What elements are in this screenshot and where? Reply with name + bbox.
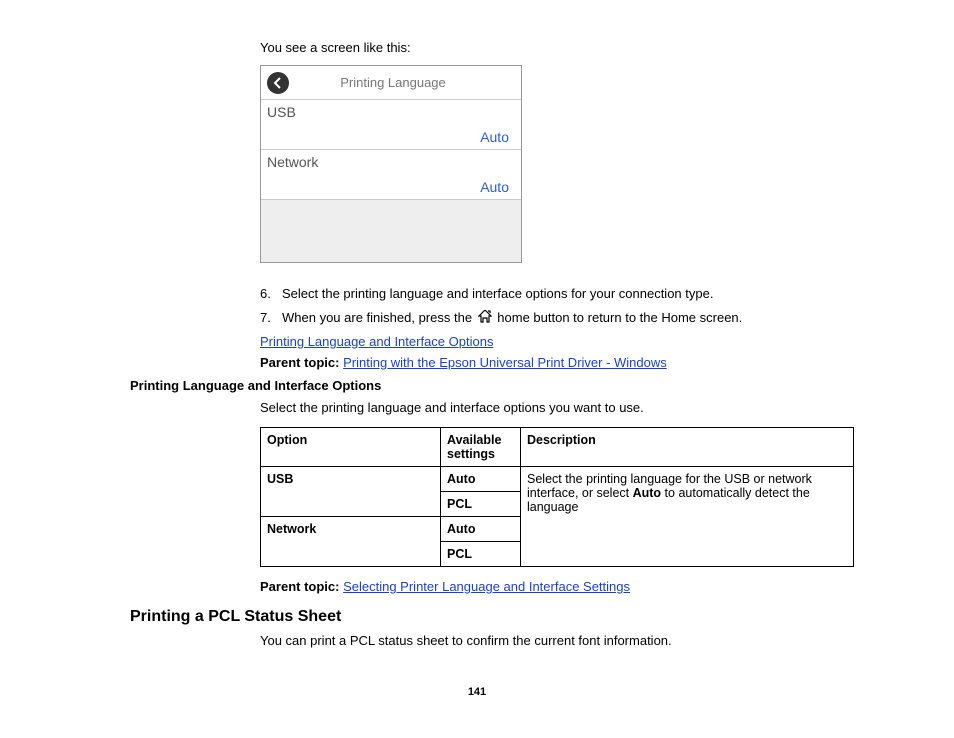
th-available: Available settings bbox=[441, 428, 521, 467]
options-table: Option Available settings Description US… bbox=[260, 427, 854, 567]
row-value: Auto bbox=[480, 129, 509, 145]
parent-topic-label: Parent topic: bbox=[260, 579, 339, 594]
section-heading: Printing Language and Interface Options bbox=[130, 378, 854, 393]
parent-topic-link-2[interactable]: Selecting Printer Language and Interface… bbox=[343, 579, 630, 594]
step-number: 7. bbox=[260, 309, 282, 328]
th-option: Option bbox=[261, 428, 441, 467]
parent-topic-label: Parent topic: bbox=[260, 355, 339, 370]
setting-label: Auto bbox=[447, 472, 475, 486]
row-value: Auto bbox=[480, 179, 509, 195]
major-heading: Printing a PCL Status Sheet bbox=[130, 608, 854, 626]
td-option-usb: USB bbox=[261, 467, 441, 517]
setting-label: Auto bbox=[447, 522, 475, 536]
step-text: Select the printing language and interfa… bbox=[282, 285, 713, 303]
setting-label: PCL bbox=[447, 497, 472, 511]
screenshot-row-network: Network Auto bbox=[261, 150, 521, 200]
desc-bold: Auto bbox=[633, 486, 661, 500]
page-number: 141 bbox=[0, 686, 954, 698]
screenshot-title: Printing Language bbox=[293, 75, 515, 90]
option-label: Network bbox=[267, 522, 316, 536]
major-body: You can print a PCL status sheet to conf… bbox=[260, 632, 854, 650]
row-label: USB bbox=[267, 104, 511, 120]
parent-topic-2: Parent topic: Selecting Printer Language… bbox=[260, 579, 854, 594]
parent-topic-link-1[interactable]: Printing with the Epson Universal Print … bbox=[343, 355, 667, 370]
parent-topic-1: Parent topic: Printing with the Epson Un… bbox=[260, 355, 854, 370]
step-number: 6. bbox=[260, 285, 282, 303]
step-text-after: home button to return to the Home screen… bbox=[497, 310, 742, 325]
table-row: USB Auto Select the printing language fo… bbox=[261, 467, 854, 492]
td-setting: PCL bbox=[441, 492, 521, 517]
embedded-screenshot: Printing Language USB Auto Network Auto bbox=[260, 65, 522, 263]
setting-label: PCL bbox=[447, 547, 472, 561]
section-body: Select the printing language and interfa… bbox=[260, 399, 854, 417]
td-option-network: Network bbox=[261, 517, 441, 567]
option-label: USB bbox=[267, 472, 293, 486]
th-description: Description bbox=[521, 428, 854, 467]
step-7: 7. When you are finished, press the home… bbox=[260, 309, 854, 328]
td-setting: Auto bbox=[441, 467, 521, 492]
row-label: Network bbox=[267, 154, 511, 170]
step-6: 6. Select the printing language and inte… bbox=[260, 285, 854, 303]
td-setting: Auto bbox=[441, 517, 521, 542]
step-text-before: When you are finished, press the bbox=[282, 310, 476, 325]
home-icon bbox=[478, 310, 492, 328]
screenshot-row-usb: USB Auto bbox=[261, 100, 521, 150]
intro-text: You see a screen like this: bbox=[260, 40, 854, 55]
td-setting: PCL bbox=[441, 542, 521, 567]
td-description: Select the printing language for the USB… bbox=[521, 467, 854, 567]
back-icon bbox=[267, 72, 289, 94]
screenshot-header: Printing Language bbox=[261, 66, 521, 100]
table-header-row: Option Available settings Description bbox=[261, 428, 854, 467]
screenshot-empty-area bbox=[261, 200, 521, 262]
step-text: When you are finished, press the home bu… bbox=[282, 309, 742, 328]
link-printing-language-options[interactable]: Printing Language and Interface Options bbox=[260, 334, 493, 349]
steps-list: 6. Select the printing language and inte… bbox=[260, 285, 854, 328]
